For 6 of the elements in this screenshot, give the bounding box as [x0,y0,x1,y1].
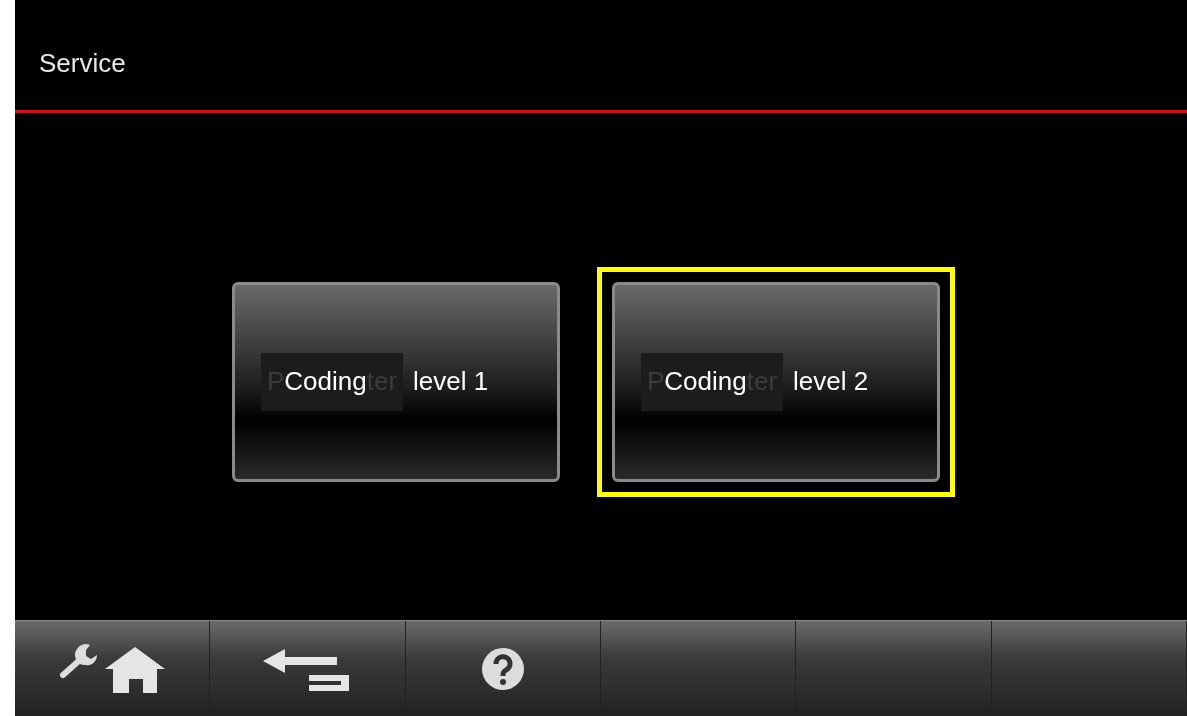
help-icon [480,646,525,691]
overlay-label: Coding [664,365,747,398]
screen-title: Service [39,47,126,80]
button-label: level 2 [793,365,869,398]
button-label: level 1 [413,365,489,398]
overlay-label: Coding [284,365,367,398]
